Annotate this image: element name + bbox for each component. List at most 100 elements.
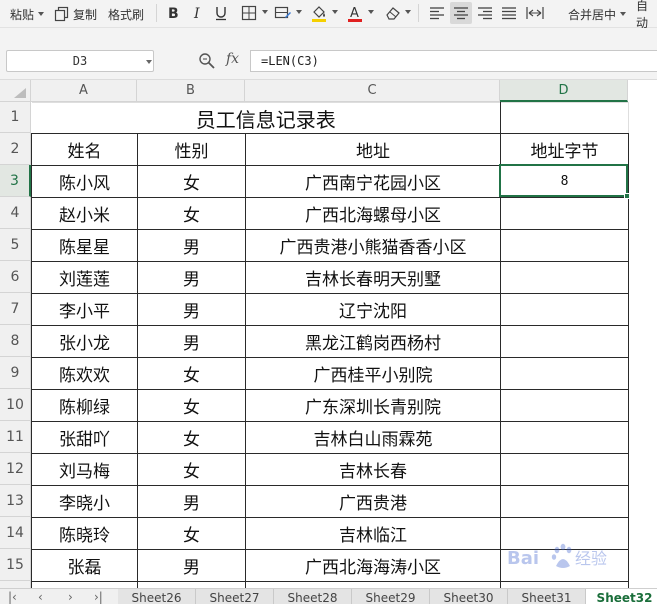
sheet-tab[interactable]: Sheet31 bbox=[508, 589, 586, 604]
justify-button[interactable] bbox=[498, 2, 520, 24]
sheet-tab[interactable]: Sheet30 bbox=[430, 589, 508, 604]
column-header-a[interactable]: A bbox=[31, 80, 137, 102]
zoom-icon[interactable] bbox=[198, 52, 216, 70]
row-header[interactable]: 7 bbox=[0, 293, 31, 325]
cell-address[interactable]: 广西贵港 bbox=[245, 485, 501, 518]
cell-address[interactable]: 广西贵港小熊猫香香小区 bbox=[245, 229, 501, 262]
cell-style-button[interactable] bbox=[272, 2, 294, 24]
cell-gender[interactable]: 男 bbox=[137, 485, 246, 518]
cell-bytes[interactable] bbox=[500, 293, 629, 326]
name-box[interactable]: D3 bbox=[6, 50, 154, 72]
cell-gender[interactable]: 男 bbox=[137, 293, 246, 326]
row-header[interactable]: 10 bbox=[0, 389, 31, 421]
cell-name[interactable]: 刘马梅 bbox=[31, 453, 138, 486]
cell-gender[interactable]: 女 bbox=[137, 357, 246, 390]
cell-bytes[interactable] bbox=[500, 389, 629, 422]
row-header-selected[interactable]: 3 bbox=[0, 165, 31, 197]
formula-input[interactable]: =LEN(C3) bbox=[250, 50, 657, 72]
cell-gender[interactable]: 男 bbox=[137, 325, 246, 358]
chevron-down-icon[interactable] bbox=[332, 10, 338, 14]
cell-name[interactable]: 陈柳绿 bbox=[31, 389, 138, 422]
auto-wrap-button[interactable]: 自动 bbox=[636, 0, 657, 30]
cell-bytes[interactable] bbox=[500, 453, 629, 486]
row-header[interactable]: 2 bbox=[0, 133, 31, 165]
sheet-tab[interactable]: Sheet28 bbox=[274, 589, 352, 604]
cell-bytes[interactable] bbox=[500, 357, 629, 390]
cell-gender[interactable]: 女 bbox=[137, 165, 246, 198]
row-header[interactable]: 6 bbox=[0, 261, 31, 293]
column-header-c[interactable]: C bbox=[245, 80, 500, 102]
cell-address[interactable]: 广东深圳长青别院 bbox=[245, 389, 501, 422]
row-header[interactable]: 1 bbox=[0, 102, 31, 133]
chevron-down-icon[interactable] bbox=[146, 60, 152, 64]
cell-gender[interactable]: 男 bbox=[137, 229, 246, 262]
sheet-tab-active[interactable]: Sheet32 bbox=[586, 589, 657, 604]
cell-name[interactable]: 赵小米 bbox=[31, 197, 138, 230]
sheet-tab[interactable]: Sheet26 bbox=[118, 589, 196, 604]
chevron-down-icon[interactable] bbox=[296, 10, 302, 14]
header-gender[interactable]: 性别 bbox=[137, 133, 246, 166]
cell-name[interactable]: 陈欢欢 bbox=[31, 357, 138, 390]
cell-name[interactable]: 李小平 bbox=[31, 293, 138, 326]
cell-address[interactable]: 辽宁沈阳 bbox=[245, 293, 501, 326]
select-all-corner[interactable] bbox=[0, 80, 31, 102]
fill-handle[interactable] bbox=[624, 193, 630, 199]
italic-button[interactable]: I bbox=[186, 2, 208, 24]
header-address[interactable]: 地址 bbox=[245, 133, 501, 166]
underline-button[interactable] bbox=[210, 2, 232, 24]
row-header[interactable]: 16 bbox=[0, 581, 31, 588]
bold-button[interactable]: B bbox=[162, 2, 184, 24]
row-header[interactable]: 15 bbox=[0, 549, 31, 581]
cell-gender[interactable]: 女 bbox=[137, 453, 246, 486]
row-header[interactable]: 9 bbox=[0, 357, 31, 389]
cell-address[interactable]: 吉林白山雨霖苑 bbox=[245, 421, 501, 454]
cell-name[interactable]: 张磊 bbox=[31, 549, 138, 582]
first-sheet-icon[interactable]: |‹ bbox=[8, 590, 17, 604]
chevron-down-icon[interactable] bbox=[262, 10, 268, 14]
cell-bytes[interactable] bbox=[500, 549, 629, 582]
row-header[interactable]: 4 bbox=[0, 197, 31, 229]
row-header[interactable]: 8 bbox=[0, 325, 31, 357]
distributed-align-button[interactable] bbox=[524, 2, 546, 24]
cell-d1[interactable] bbox=[500, 102, 629, 134]
format-painter-button[interactable]: 格式刷 bbox=[108, 0, 144, 28]
cell-address[interactable]: 黑龙江鹤岗西杨村 bbox=[245, 325, 501, 358]
insert-function-button[interactable]: fx bbox=[226, 51, 239, 67]
cell-address[interactable]: 吉林长春明天别墅 bbox=[245, 261, 501, 294]
cell-name[interactable]: 陈小风 bbox=[31, 165, 138, 198]
column-header-b[interactable]: B bbox=[137, 80, 245, 102]
header-name[interactable]: 姓名 bbox=[31, 133, 138, 166]
borders-button[interactable] bbox=[238, 2, 260, 24]
prev-sheet-icon[interactable]: ‹ bbox=[38, 590, 43, 604]
cell-bytes[interactable] bbox=[500, 421, 629, 454]
cell-bytes-selected[interactable]: 8 bbox=[500, 165, 629, 198]
last-sheet-icon[interactable]: ›| bbox=[94, 590, 103, 604]
font-color-button[interactable]: A bbox=[344, 2, 366, 24]
cell-bytes[interactable] bbox=[500, 197, 629, 230]
cell-name[interactable]: 刘莲莲 bbox=[31, 261, 138, 294]
cell-address[interactable]: 广西北海螺母小区 bbox=[245, 197, 501, 230]
cell-bytes[interactable] bbox=[500, 485, 629, 518]
row-header[interactable]: 5 bbox=[0, 229, 31, 261]
cell-name[interactable]: 陈晓玲 bbox=[31, 517, 138, 550]
cell-gender[interactable]: 女 bbox=[137, 197, 246, 230]
column-header-d[interactable]: D bbox=[500, 80, 628, 102]
row-header[interactable]: 14 bbox=[0, 517, 31, 549]
cell-name[interactable]: 李晓小 bbox=[31, 485, 138, 518]
cell-bytes[interactable] bbox=[500, 325, 629, 358]
clear-button[interactable] bbox=[382, 2, 404, 24]
sheet-tab[interactable]: Sheet29 bbox=[352, 589, 430, 604]
row-header[interactable]: 13 bbox=[0, 485, 31, 517]
cell-bytes[interactable] bbox=[500, 261, 629, 294]
align-left-button[interactable] bbox=[426, 2, 448, 24]
fill-color-button[interactable] bbox=[308, 2, 330, 24]
align-right-button[interactable] bbox=[474, 2, 496, 24]
row-header[interactable]: 11 bbox=[0, 421, 31, 453]
cell-bytes[interactable] bbox=[500, 517, 629, 550]
sheet-tab[interactable]: Sheet27 bbox=[196, 589, 274, 604]
next-sheet-icon[interactable]: › bbox=[68, 590, 73, 604]
cell-gender[interactable]: 女 bbox=[137, 517, 246, 550]
cell-address[interactable]: 吉林临江 bbox=[245, 517, 501, 550]
cell-name[interactable]: 张甜吖 bbox=[31, 421, 138, 454]
row-header[interactable]: 12 bbox=[0, 453, 31, 485]
